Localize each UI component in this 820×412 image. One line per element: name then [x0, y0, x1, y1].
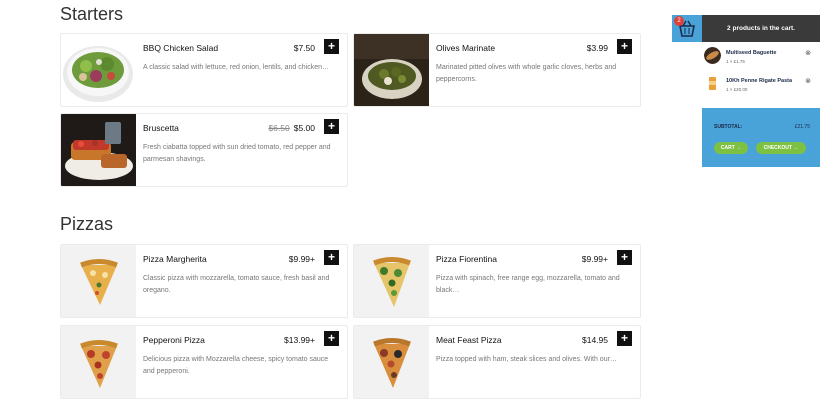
item-name: Bruscetta	[143, 123, 179, 133]
cart-footer: SUBTOTAL: £21.75 CART → CHECKOUT →	[702, 108, 820, 167]
menu-item-card[interactable]: BBQ Chicken Salad $7.50 A classic salad …	[60, 33, 348, 107]
item-name: Pepperoni Pizza	[143, 335, 205, 345]
cart-toggle[interactable]: 2	[672, 15, 702, 42]
item-price: $14.95	[582, 335, 608, 345]
menu-item-card[interactable]: Bruscetta $6.50 $5.00 Fresh ciabatta topp…	[60, 113, 348, 187]
pizza-slice-image	[354, 245, 429, 317]
add-to-cart-button[interactable]: +	[324, 331, 339, 346]
item-price: $9.99+	[581, 254, 608, 264]
pizza-slice-image	[61, 326, 136, 398]
cart-item: Multiseed Baguette 1 × £1.75 ⊗	[672, 42, 820, 70]
section-title-pizzas: Pizzas	[60, 214, 114, 234]
pasta-thumb	[704, 75, 721, 92]
menu-item-card[interactable]: Meat Feast Pizza $14.95 Pizza topped wit…	[353, 325, 641, 399]
cart-item-meta: 1 × £1.75	[726, 59, 745, 64]
item-price: $13.99+	[284, 335, 315, 345]
add-to-cart-button[interactable]: +	[324, 39, 339, 54]
item-description: Marinated pitted olives with whole garli…	[436, 64, 617, 83]
item-name: Pizza Fiorentina	[436, 254, 497, 264]
item-price: $3.99	[586, 43, 608, 53]
remove-icon[interactable]: ⊗	[804, 78, 812, 86]
item-price: $9.99+	[288, 254, 315, 264]
item-name: Pizza Margherita	[143, 254, 207, 264]
add-to-cart-button[interactable]: +	[617, 331, 632, 346]
item-name: BBQ Chicken Salad	[143, 43, 219, 53]
add-to-cart-button[interactable]: +	[324, 250, 339, 265]
add-to-cart-button[interactable]: +	[324, 119, 339, 134]
cart-item-meta: 1 × £20.00	[726, 87, 748, 92]
subtotal-value: £21.75	[794, 124, 810, 130]
cart-item-name[interactable]: 10Kh Penne Rigate Pasta	[726, 78, 792, 84]
menu-item-card[interactable]: Pizza Margherita $9.99+ Classic pizza wi…	[60, 244, 348, 318]
pizza-slice-image	[61, 245, 136, 317]
item-description: Delicious pizza with Mozzarella cheese, …	[143, 356, 329, 375]
item-price: $7.50	[293, 43, 315, 53]
menu-item-card[interactable]: Pepperoni Pizza $13.99+ Delicious pizza …	[60, 325, 348, 399]
pizza-slice-image	[354, 326, 429, 398]
cart-item: 10Kh Penne Rigate Pasta 1 × £20.00 ⊗	[672, 70, 820, 98]
menu-item-card[interactable]: Olives Marinate $3.99 Marinated pitted o…	[353, 33, 641, 107]
item-description: Classic pizza with mozzarella, tomato sa…	[143, 275, 330, 294]
add-to-cart-button[interactable]: +	[617, 39, 632, 54]
cart-item-name[interactable]: Multiseed Baguette	[726, 50, 776, 56]
section-title-starters: Starters	[60, 4, 124, 24]
checkout-button[interactable]: CHECKOUT →	[756, 142, 806, 154]
remove-icon[interactable]: ⊗	[804, 50, 812, 58]
item-sale-price: $5.00	[293, 123, 315, 133]
view-cart-button[interactable]: CART →	[714, 142, 748, 154]
bruschetta-image	[61, 114, 136, 186]
item-name: Meat Feast Pizza	[436, 335, 502, 345]
item-name: Olives Marinate	[436, 43, 496, 53]
cart-item-list: Multiseed Baguette 1 × £1.75 ⊗ 10Kh Penn…	[672, 42, 820, 98]
item-description: Pizza with spinach, free range egg, mozz…	[436, 275, 620, 294]
mini-cart: 2 2 products in the cart. Multiseed Bagu…	[672, 15, 820, 167]
item-description: A classic salad with lettuce, red onion,…	[143, 64, 329, 71]
baguette-thumb	[704, 47, 721, 64]
cart-header: 2 2 products in the cart.	[672, 15, 820, 42]
cart-count-badge: 2	[674, 16, 684, 26]
add-to-cart-button[interactable]: +	[617, 250, 632, 265]
menu-item-card[interactable]: Pizza Fiorentina $9.99+ Pizza with spina…	[353, 244, 641, 318]
item-price: $6.50 $5.00	[268, 123, 315, 133]
item-description: Pizza topped with ham, steak slices and …	[436, 356, 617, 363]
subtotal-label: SUBTOTAL:	[714, 124, 743, 130]
salad-image	[61, 34, 136, 106]
item-description: Fresh ciabatta topped with sun dried tom…	[143, 144, 331, 163]
item-old-price: $6.50	[268, 123, 290, 133]
cart-title: 2 products in the cart.	[727, 25, 795, 32]
olives-image	[354, 34, 429, 106]
